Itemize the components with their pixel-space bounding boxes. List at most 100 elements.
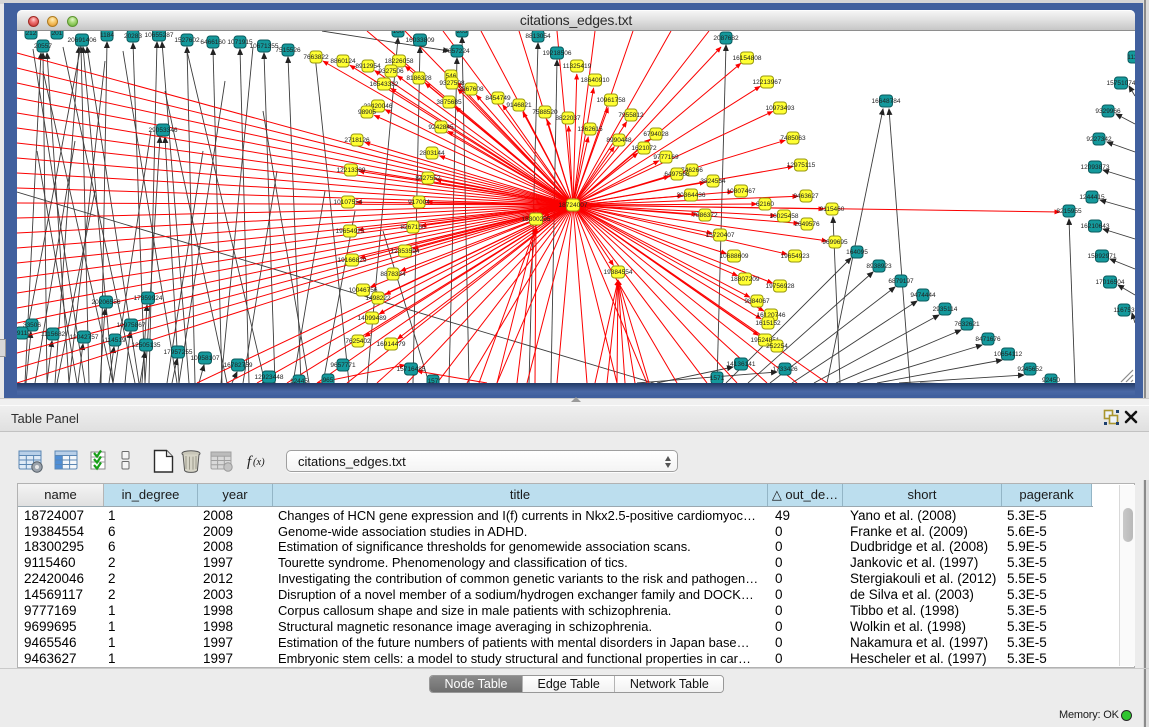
svg-text:2718126: 2718126	[344, 137, 370, 144]
svg-text:10807467: 10807467	[727, 188, 756, 195]
svg-text:1621072: 1621072	[631, 145, 657, 152]
svg-text:39119: 39119	[17, 330, 31, 337]
svg-text:7515526: 7515526	[275, 47, 301, 54]
svg-text:212: 212	[26, 31, 37, 37]
svg-text:14136141: 14136141	[727, 361, 756, 368]
svg-text:19166829: 19166829	[338, 257, 367, 264]
svg-text:8454749: 8454749	[485, 95, 511, 102]
svg-text:9699695: 9699695	[822, 239, 848, 246]
svg-text:19654925: 19654925	[336, 228, 365, 235]
svg-text:8878334: 8878334	[380, 271, 406, 278]
svg-text:9474444: 9474444	[910, 292, 936, 299]
svg-text:7955812: 7955812	[618, 112, 644, 119]
svg-text:18640910: 18640910	[581, 77, 610, 84]
svg-text:20283: 20283	[124, 33, 142, 40]
svg-text:8186328: 8186328	[406, 75, 432, 82]
svg-text:7485063: 7485063	[780, 135, 806, 142]
svg-text:160: 160	[393, 31, 404, 35]
svg-text:2935114: 2935114	[933, 306, 958, 313]
svg-text:14099489: 14099489	[358, 315, 387, 322]
svg-text:3875685: 3875685	[436, 99, 462, 106]
svg-text:12975115: 12975115	[787, 162, 816, 169]
svg-text:1184: 1184	[100, 32, 114, 39]
svg-text:17957255: 17957255	[164, 349, 193, 356]
svg-text:9777169: 9777169	[653, 154, 679, 161]
svg-text:8860124: 8860124	[330, 58, 356, 65]
svg-text:15720407: 15720407	[706, 232, 735, 239]
svg-text:(x): (x)	[253, 457, 265, 468]
svg-text:7588520: 7588520	[532, 109, 558, 116]
svg-text:7886372: 7886372	[692, 212, 718, 219]
svg-text:9242845: 9242845	[428, 124, 454, 131]
svg-text:116753: 116753	[1113, 307, 1135, 314]
svg-text:8822037: 8822037	[555, 115, 581, 122]
svg-text:19384554: 19384554	[604, 269, 633, 276]
svg-text:7857224: 7857224	[444, 48, 470, 55]
svg-text:9657771: 9657771	[330, 362, 356, 369]
svg-text:10973493: 10973493	[766, 105, 795, 112]
svg-text:6466160: 6466160	[200, 39, 226, 46]
svg-text:8813054: 8813054	[525, 33, 551, 40]
svg-text:9884067: 9884067	[744, 298, 770, 305]
svg-text:18724007: 18724007	[559, 202, 588, 209]
svg-text:10107554: 10107554	[334, 199, 363, 206]
svg-text:7625402: 7625402	[345, 338, 371, 345]
svg-text:12213967: 12213967	[753, 79, 782, 86]
svg-text:15716485: 15716485	[397, 366, 426, 373]
svg-text:18300295: 18300295	[522, 216, 551, 223]
svg-text:15751074: 15751074	[1107, 80, 1135, 87]
svg-text:203: 203	[457, 31, 468, 35]
svg-text:10961758: 10961758	[597, 97, 626, 104]
svg-text:19756928: 19756928	[766, 283, 795, 290]
svg-text:16033809: 16033809	[406, 37, 435, 44]
svg-text:9227342: 9227342	[1086, 136, 1112, 143]
svg-text:6497568: 6497568	[664, 171, 690, 178]
svg-text:2087682: 2087682	[713, 35, 739, 42]
svg-text:16154808: 16154808	[733, 55, 762, 62]
svg-text:2649576: 2649576	[794, 221, 820, 228]
svg-text:7632621: 7632621	[954, 321, 980, 328]
svg-text:20691406: 20691406	[68, 37, 97, 44]
svg-text:8912954: 8912954	[355, 63, 381, 70]
svg-text:20206556: 20206556	[92, 299, 121, 306]
svg-text:17359924: 17359924	[134, 295, 163, 302]
svg-text:12042757: 12042757	[70, 334, 99, 341]
svg-text:17016504: 17016504	[1096, 279, 1125, 286]
svg-text:16914479: 16914479	[377, 341, 406, 348]
svg-text:19218506: 19218506	[543, 50, 572, 57]
svg-text:164095: 164095	[846, 249, 868, 256]
svg-text:1733426: 1733426	[772, 366, 798, 373]
svg-text:18807209: 18807209	[731, 276, 760, 283]
svg-text:16543382: 16543382	[370, 81, 399, 88]
svg-text:15892971: 15892971	[1088, 253, 1117, 260]
svg-text:9146821: 9146821	[506, 102, 532, 109]
svg-text:12353594: 12353594	[391, 248, 420, 255]
svg-text:2803144: 2803144	[419, 150, 445, 157]
svg-text:18226058: 18226058	[385, 58, 414, 65]
svg-text:7663822: 7663822	[303, 54, 329, 61]
svg-text:8990448: 8990448	[606, 137, 632, 144]
svg-text:8267150: 8267150	[400, 224, 426, 231]
svg-text:9245652: 9245652	[1017, 366, 1043, 373]
svg-text:6794028: 6794028	[643, 131, 669, 138]
svg-text:10688609: 10688609	[720, 253, 749, 260]
svg-text:19654923: 19654923	[781, 253, 810, 260]
svg-text:10025458: 10025458	[770, 213, 799, 220]
svg-text:9115460: 9115460	[820, 206, 845, 213]
svg-text:98905: 98905	[358, 109, 376, 116]
svg-text:9327506: 9327506	[378, 68, 404, 75]
svg-text:1527602: 1527602	[174, 37, 200, 44]
svg-text:10655287: 10655287	[145, 32, 174, 39]
svg-text:1117: 1117	[1127, 54, 1135, 61]
svg-text:16210643: 16210643	[1081, 223, 1110, 230]
svg-text:1362615: 1362615	[577, 126, 603, 133]
svg-text:11325419: 11325419	[563, 63, 592, 70]
svg-text:252254: 252254	[766, 343, 788, 350]
svg-text:917004: 917004	[408, 199, 430, 206]
svg-text:12093873: 12093873	[1081, 164, 1110, 171]
svg-text:16782759: 16782759	[224, 362, 253, 369]
svg-text:1571: 1571	[710, 375, 725, 382]
svg-text:8471676: 8471676	[975, 336, 1001, 343]
svg-text:8938923: 8938923	[866, 263, 892, 270]
svg-text:1498222: 1498222	[365, 295, 391, 302]
